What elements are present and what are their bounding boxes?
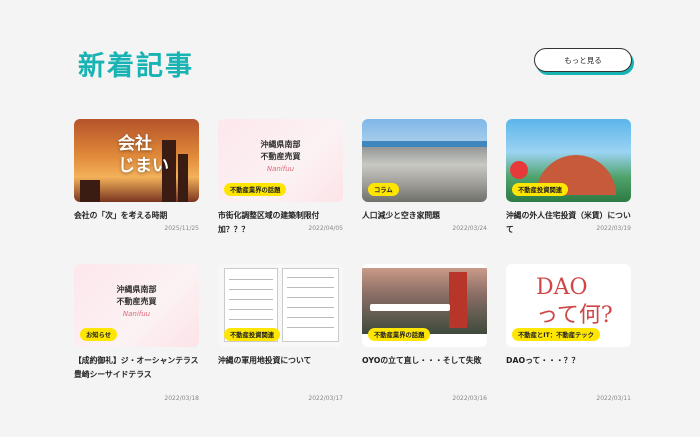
article-date: 2022/03/18 [164, 395, 199, 402]
article-date: 2022/03/24 [452, 225, 487, 232]
article-date: 2022/03/17 [308, 395, 343, 402]
article-card[interactable]: 会社 じまい 会社の「次」を考える時期 2025/11/25 [74, 119, 199, 237]
article-date: 2022/03/16 [452, 395, 487, 402]
category-tag[interactable]: 不動産業界の話題 [368, 328, 431, 341]
category-tag[interactable]: 不動産投資関連 [224, 328, 281, 341]
article-date: 2022/04/05 [308, 225, 343, 232]
article-thumbnail[interactable]: 不動産業界の話題 [362, 264, 487, 347]
article-title[interactable]: 市街化調整区域の建築制限付加？？？ [218, 209, 343, 237]
section-title: 新着記事 [78, 51, 194, 82]
article-thumbnail[interactable]: 沖縄県南部 不動産売買 Nanifuu 不動産業界の話題 [218, 119, 343, 202]
article-card[interactable]: 不動産投資関連 沖縄の外人住宅投資（米賃）について 2022/03/19 [506, 119, 631, 237]
category-tag[interactable]: お知らせ [80, 328, 118, 341]
article-thumbnail[interactable]: 不動産投資関連 [218, 264, 343, 347]
article-card[interactable]: DAO って何? 不動産とIT：不動産テック DAOって・・・？？ 2022/03… [506, 264, 631, 402]
thumbnail-text: 沖縄県南部 不動産売買 [116, 285, 157, 306]
article-title[interactable]: DAOって・・・？？ [506, 354, 631, 382]
article-thumbnail[interactable]: DAO って何? 不動産とIT：不動産テック [506, 264, 631, 347]
article-date: 2022/03/11 [596, 395, 631, 402]
article-date: 2022/03/19 [596, 225, 631, 232]
article-title[interactable]: OYOの立て直し・・・そして失敗 [362, 354, 487, 382]
article-thumbnail[interactable]: コラム [362, 119, 487, 202]
article-thumbnail[interactable]: 沖縄県南部 不動産売買 Nanifuu お知らせ [74, 264, 199, 347]
thumbnail-text: 会社 じまい [118, 134, 169, 176]
article-card[interactable]: 不動産業界の話題 OYOの立て直し・・・そして失敗 2022/03/16 [362, 264, 487, 402]
article-title[interactable]: 人口減少と空き家問題 [362, 209, 487, 237]
article-title[interactable]: 【成約御礼】ジ・オーシャンテラス豊崎シーサイドテラス [74, 354, 199, 382]
category-tag[interactable]: 不動産投資関連 [512, 183, 569, 196]
category-tag[interactable]: 不動産とIT：不動産テック [512, 328, 600, 341]
signature-logo: Nanifuu [266, 165, 295, 173]
category-tag[interactable]: 不動産業界の話題 [224, 183, 287, 196]
article-card[interactable]: コラム 人口減少と空き家問題 2022/03/24 [362, 119, 487, 237]
article-title[interactable]: 沖縄の外人住宅投資（米賃）について [506, 209, 631, 237]
article-title[interactable]: 沖縄の軍用地投資について [218, 354, 343, 382]
thumbnail-handwriting: DAO って何? [536, 275, 613, 328]
article-thumbnail[interactable]: 不動産投資関連 [506, 119, 631, 202]
category-tag[interactable]: コラム [368, 183, 399, 196]
article-title[interactable]: 会社の「次」を考える時期 [74, 209, 199, 237]
signature-logo: Nanifuu [122, 310, 151, 318]
article-card[interactable]: 沖縄県南部 不動産売買 Nanifuu お知らせ 【成約御礼】ジ・オーシャンテラス… [74, 264, 199, 402]
article-thumbnail[interactable]: 会社 じまい [74, 119, 199, 202]
more-button[interactable]: もっと見る [534, 48, 632, 72]
thumbnail-text: 沖縄県南部 不動産売買 [260, 140, 301, 161]
article-card[interactable]: 不動産投資関連 沖縄の軍用地投資について 2022/03/17 [218, 264, 343, 402]
article-card[interactable]: 沖縄県南部 不動産売買 Nanifuu 不動産業界の話題 市街化調整区域の建築制限… [218, 119, 343, 237]
article-date: 2025/11/25 [164, 225, 199, 232]
